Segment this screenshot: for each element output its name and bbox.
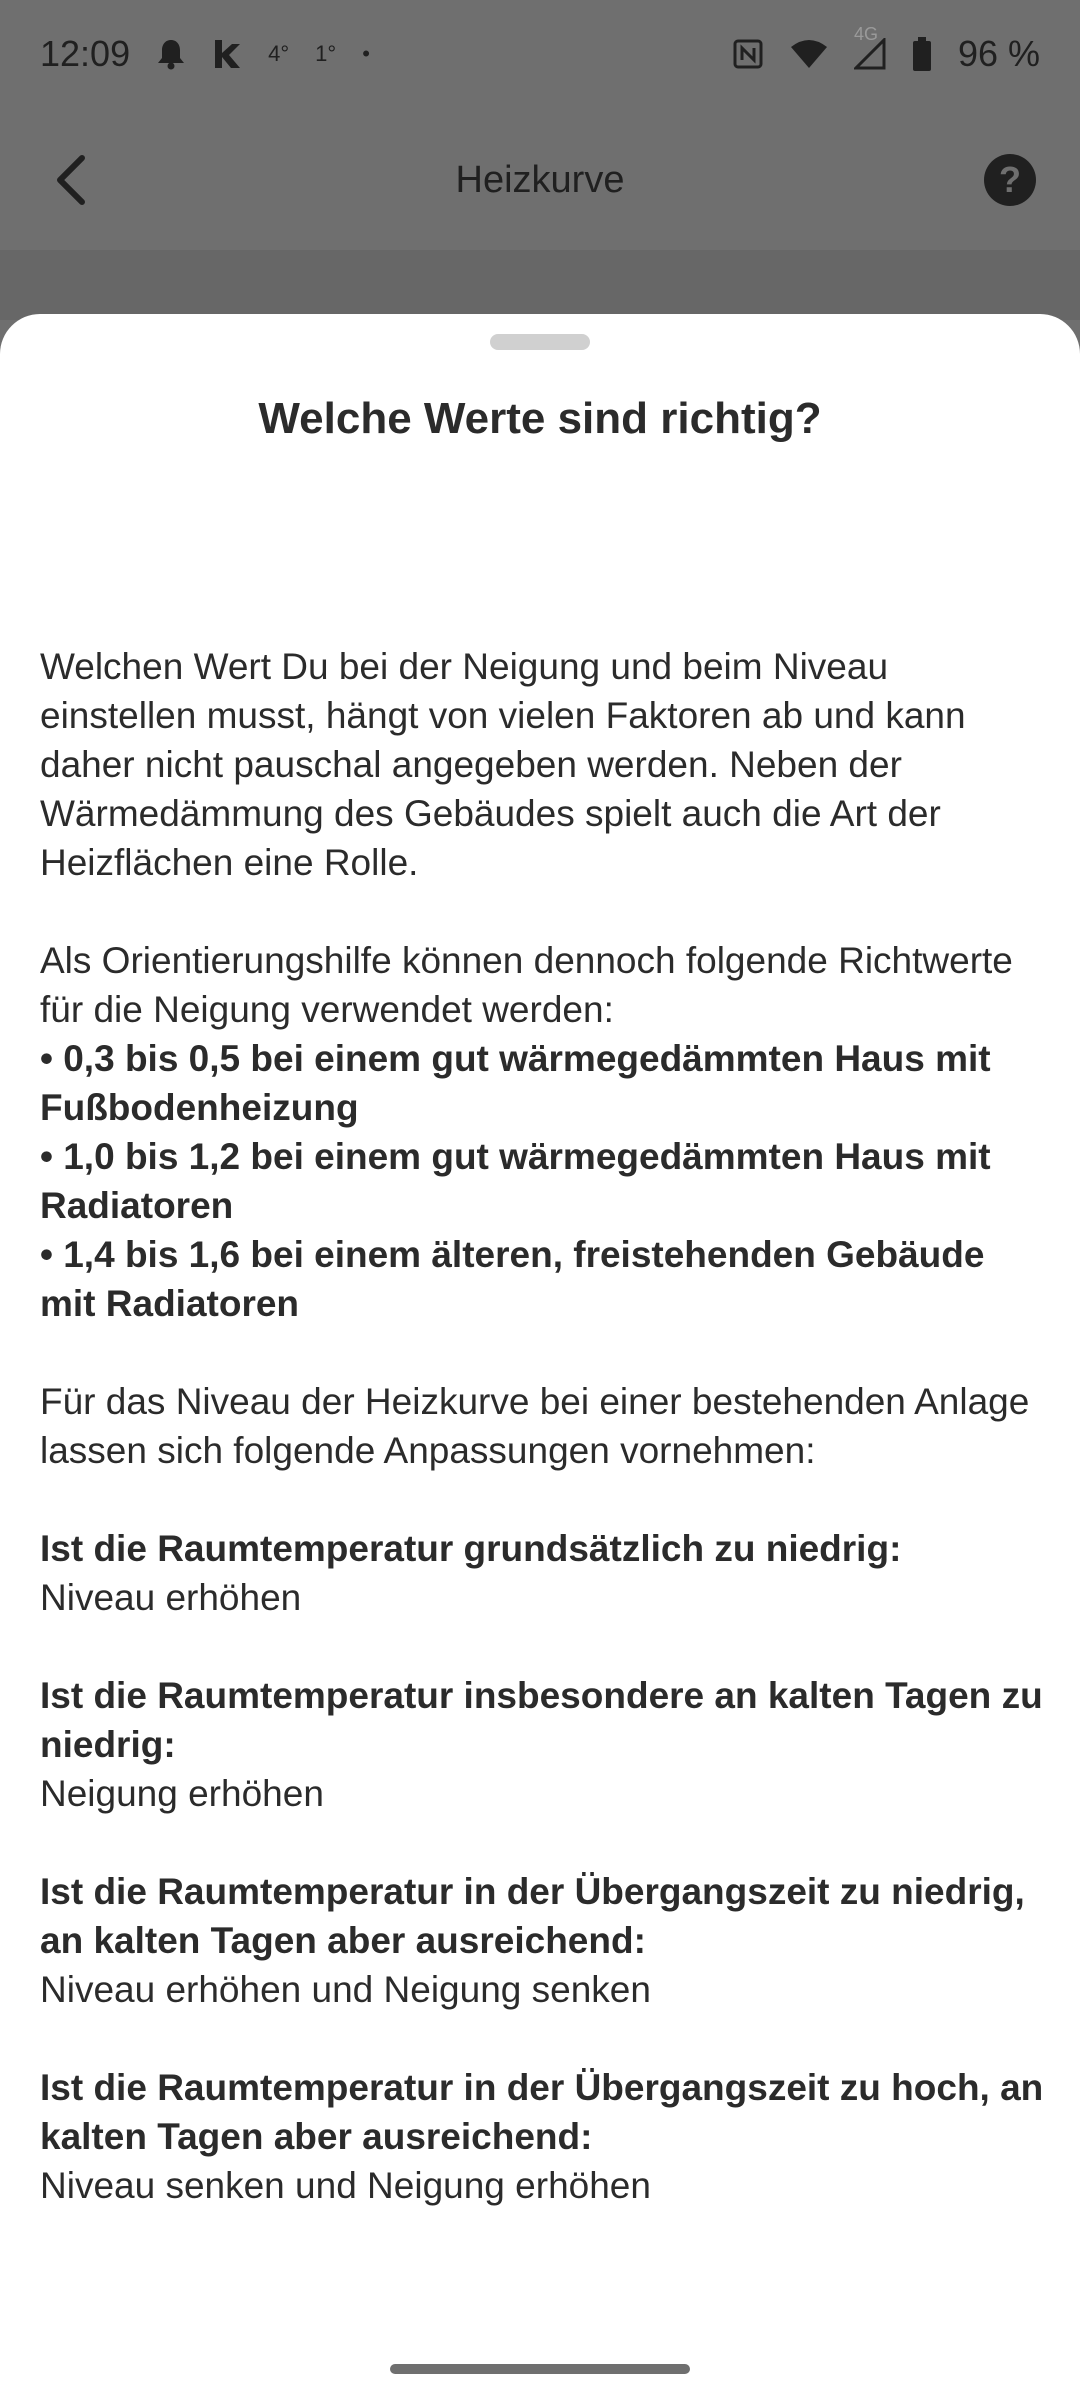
network-label: 4G <box>853 24 878 44</box>
app-bar: Heizkurve ? <box>0 110 1080 250</box>
status-dot: • <box>362 41 370 66</box>
battery-level: 96 % <box>957 33 1040 74</box>
nfc-icon <box>732 38 764 70</box>
help-circle-icon: ? <box>984 154 1036 206</box>
case-question: Ist die Raumtemperatur grundsätzlich zu … <box>40 1528 902 1569</box>
status-temp-2: 1° <box>315 41 337 66</box>
back-button[interactable] <box>40 150 100 210</box>
status-time: 12:09 <box>40 33 131 74</box>
home-indicator[interactable] <box>390 2364 690 2374</box>
signal-icon: 4G <box>853 24 886 70</box>
case-answer: Niveau erhöhen <box>40 1577 302 1618</box>
sheet-content: Welchen Wert Du bei der Neigung und beim… <box>40 642 1050 2210</box>
bullet-item: • 0,3 bis 0,5 bei einem gut wärmegedämmt… <box>40 1038 991 1128</box>
battery-icon <box>912 37 932 71</box>
sheet-drag-handle[interactable] <box>490 334 590 350</box>
page-title: Heizkurve <box>455 158 625 201</box>
wifi-icon <box>790 39 828 69</box>
svg-text:?: ? <box>999 159 1021 200</box>
intro-text: Welchen Wert Du bei der Neigung und beim… <box>40 646 966 883</box>
case-question: Ist die Raumtemperatur in der Übergangsz… <box>40 1871 1025 1961</box>
status-right: 4G 96 % <box>732 24 1040 75</box>
case-question: Ist die Raumtemperatur insbesondere an k… <box>40 1675 1043 1765</box>
bullet-item: • 1,4 bis 1,6 bei einem älteren, freiste… <box>40 1234 985 1324</box>
guide-intro-text: Als Orientierungshilfe können dennoch fo… <box>40 940 1013 1030</box>
dimmed-content <box>0 250 1080 320</box>
case-answer: Neigung erhöhen <box>40 1773 324 1814</box>
case-answer: Niveau erhöhen und Neigung senken <box>40 1969 651 2010</box>
case-question: Ist die Raumtemperatur in der Übergangsz… <box>40 2067 1044 2157</box>
chevron-left-icon <box>57 155 85 205</box>
status-left: 12:09 4° 1° • <box>40 33 370 75</box>
status-temp-1: 4° <box>268 41 290 66</box>
k-app-icon <box>212 38 242 70</box>
status-bar: 12:09 4° 1° • 4G 96 % <box>0 0 1080 108</box>
bell-icon <box>156 38 186 70</box>
case-answer: Niveau senken und Neigung erhöhen <box>40 2165 651 2206</box>
level-intro-text: Für das Niveau der Heizkurve bei einer b… <box>40 1381 1030 1471</box>
bullet-item: • 1,0 bis 1,2 bei einem gut wärmegedämmt… <box>40 1136 991 1226</box>
help-button[interactable]: ? <box>980 150 1040 210</box>
sheet-title: Welche Werte sind richtig? <box>258 394 822 443</box>
bottom-sheet: Welche Werte sind richtig? Welchen Wert … <box>0 314 1080 2400</box>
